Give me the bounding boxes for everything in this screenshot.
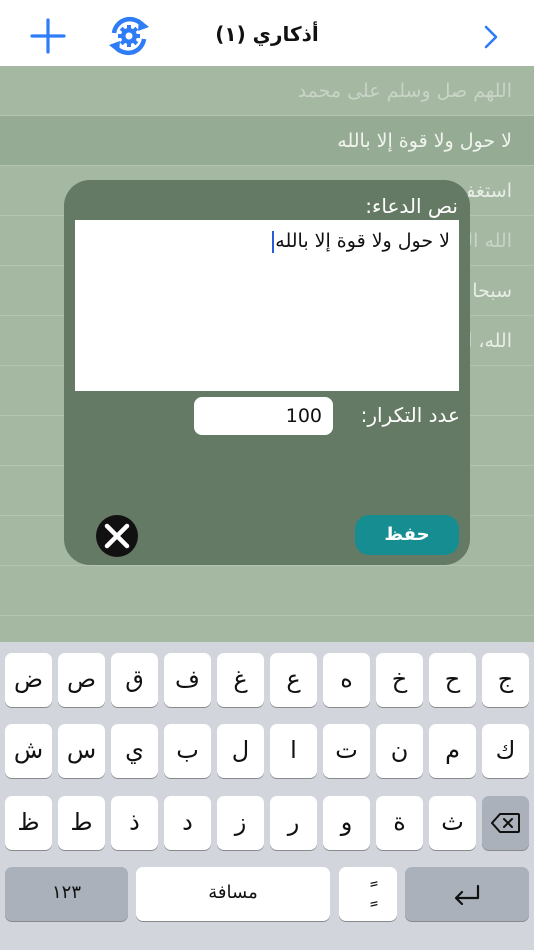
- list-item-label: الله، ا: [467, 330, 512, 352]
- key[interactable]: ث: [429, 796, 476, 850]
- key[interactable]: ض: [5, 653, 52, 707]
- list-item-label: سبحا: [472, 280, 512, 302]
- key[interactable]: ش: [5, 724, 52, 778]
- key[interactable]: ر: [270, 796, 317, 850]
- key[interactable]: ت: [323, 724, 370, 778]
- key[interactable]: ص: [58, 653, 105, 707]
- key[interactable]: ع: [270, 653, 317, 707]
- dhikr-text-input[interactable]: لا حول ولا قوة إلا بالله: [75, 220, 459, 391]
- key[interactable]: ح: [429, 653, 476, 707]
- key[interactable]: س: [58, 724, 105, 778]
- key[interactable]: ا: [270, 724, 317, 778]
- key[interactable]: ف: [164, 653, 211, 707]
- key[interactable]: ي: [111, 724, 158, 778]
- return-key[interactable]: [405, 867, 529, 921]
- key[interactable]: ل: [217, 724, 264, 778]
- page-title: أذكاري (١): [215, 22, 319, 46]
- key[interactable]: ظ: [5, 796, 52, 850]
- navigation-bar: أذكاري (١): [0, 0, 534, 66]
- list-item[interactable]: لا حول ولا قوة إلا بالله: [0, 116, 534, 166]
- count-input[interactable]: 100: [194, 397, 333, 435]
- key[interactable]: ب: [164, 724, 211, 778]
- key[interactable]: ك: [482, 724, 529, 778]
- list-item: [0, 566, 534, 616]
- delete-key[interactable]: [482, 796, 529, 850]
- key[interactable]: د: [164, 796, 211, 850]
- count-label: عدد التكرار:: [360, 403, 460, 427]
- key[interactable]: ه: [323, 653, 370, 707]
- key[interactable]: غ: [217, 653, 264, 707]
- list-item[interactable]: اللهم صل وسلم على محمد: [0, 66, 534, 116]
- numbers-key[interactable]: ١٢٣: [5, 867, 128, 921]
- key[interactable]: و: [323, 796, 370, 850]
- dhikr-text-value: لا حول ولا قوة إلا بالله: [275, 230, 450, 252]
- key[interactable]: ن: [376, 724, 423, 778]
- return-icon: [454, 884, 480, 906]
- text-label: نص الدعاء:: [365, 194, 458, 218]
- edit-dhikr-dialog: نص الدعاء: لا حول ولا قوة إلا بالله عدد …: [64, 180, 470, 565]
- key[interactable]: ذ: [111, 796, 158, 850]
- diacritic-key[interactable]: ًٍ: [339, 867, 397, 921]
- backspace-icon: [490, 813, 520, 833]
- key[interactable]: ج: [482, 653, 529, 707]
- close-circle-icon[interactable]: [95, 514, 139, 558]
- text-caret: [272, 230, 275, 253]
- list-item-label: لا حول ولا قوة إلا بالله: [337, 130, 512, 152]
- space-key[interactable]: مسافة: [136, 867, 330, 921]
- chevron-right-icon[interactable]: [482, 24, 500, 50]
- key[interactable]: م: [429, 724, 476, 778]
- save-button[interactable]: حفظ: [355, 515, 459, 555]
- arabic-keyboard: ض ص ق ف غ ع ه خ ح ج ش س ي ب ل ا ت ن م ك …: [0, 642, 534, 950]
- list-item-label: اللهم صل وسلم على محمد: [297, 80, 512, 102]
- key[interactable]: ة: [376, 796, 423, 850]
- key[interactable]: ز: [217, 796, 264, 850]
- key[interactable]: ق: [111, 653, 158, 707]
- key[interactable]: خ: [376, 653, 423, 707]
- key[interactable]: ط: [58, 796, 105, 850]
